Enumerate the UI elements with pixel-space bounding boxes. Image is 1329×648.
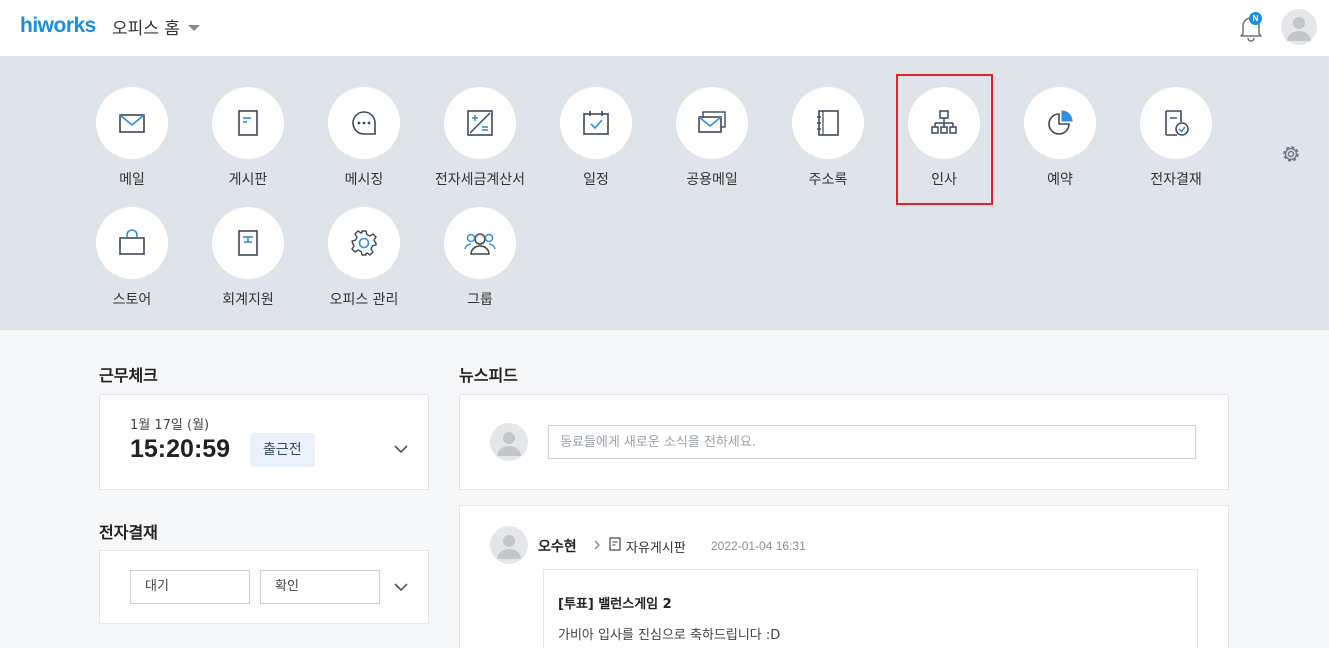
app-label: 메시징	[344, 172, 384, 188]
address-book-icon	[817, 110, 839, 136]
app-mail-circle	[96, 87, 168, 159]
shopping-bag-icon	[119, 229, 145, 255]
app-label: 회계지원	[222, 292, 274, 308]
app-label: 스토어	[112, 292, 152, 308]
app-tax-invoice-circle	[444, 87, 516, 159]
app-label: 메일	[119, 172, 145, 188]
app-accounting[interactable]: 회계지원	[190, 207, 306, 317]
office-home-label: 오피스 홈	[112, 19, 180, 39]
notification-badge: N	[1249, 12, 1262, 25]
attendance-status-badge[interactable]: 출근전	[250, 433, 315, 467]
approval-document-icon	[1165, 110, 1189, 136]
ledger-icon	[238, 230, 258, 256]
avatar[interactable]	[490, 526, 528, 564]
app-office-admin-circle	[328, 207, 400, 279]
app-board-circle	[212, 87, 284, 159]
app-messaging[interactable]: 메시징	[306, 87, 422, 197]
gear-icon	[351, 230, 377, 256]
app-label: 그룹	[467, 292, 493, 308]
calendar-icon	[583, 111, 609, 135]
approval-card: 대기 확인	[99, 550, 429, 624]
app-reservation[interactable]: 예약	[1002, 87, 1118, 197]
chevron-right-icon	[594, 540, 600, 550]
app-label: 오피스 관리	[329, 292, 399, 308]
post-author[interactable]: 오수현	[538, 536, 577, 556]
app-label: 인사	[931, 172, 957, 188]
tax-invoice-icon	[467, 110, 493, 136]
gear-icon	[1283, 146, 1299, 162]
app-board[interactable]: 게시판	[190, 87, 306, 197]
post-text: 가비아 입사를 진심으로 축하드립니다 :D	[558, 628, 781, 643]
app-mail[interactable]: 메일	[74, 87, 190, 197]
user-silhouette-icon	[497, 535, 521, 559]
app-group[interactable]: 그룹	[422, 207, 538, 317]
app-label: 주소록	[808, 172, 848, 188]
top-header: hiworks 오피스 홈 N	[0, 0, 1329, 57]
newsfeed-compose-card	[459, 394, 1229, 490]
caret-down-icon	[187, 24, 200, 31]
settings-button[interactable]	[1279, 142, 1303, 166]
approval-title: 전자결재	[99, 523, 158, 542]
app-shared-mail[interactable]: 공용메일	[654, 87, 770, 197]
app-e-approval[interactable]: 전자결재	[1118, 87, 1234, 197]
board-icon	[238, 110, 258, 136]
app-label: 전자결재	[1150, 172, 1202, 188]
attendance-time: 15:20:59	[130, 435, 231, 463]
app-hr-circle	[908, 87, 980, 159]
avatar	[490, 423, 528, 461]
user-silhouette-icon	[497, 432, 521, 456]
approval-confirm-button[interactable]: 확인	[260, 570, 380, 604]
group-users-icon	[464, 233, 496, 255]
post-content[interactable]: [투표] 밸런스게임 2 가비아 입사를 진심으로 축하드립니다 :D	[543, 569, 1198, 648]
pie-chart-icon	[1048, 110, 1073, 135]
newsfeed-post-card: 오수현 자유게시판 2022-01-04 16:31 [투표] 밸런스게임 2 …	[459, 505, 1229, 648]
attendance-expand-button[interactable]	[391, 439, 411, 459]
app-label: 게시판	[228, 172, 268, 188]
org-chart-icon	[931, 110, 957, 134]
app-e-approval-circle	[1140, 87, 1212, 159]
post-timestamp: 2022-01-04 16:31	[711, 539, 806, 553]
app-calendar-circle	[560, 87, 632, 159]
post-title: [투표] 밸런스게임 2	[558, 597, 672, 612]
shared-mail-icon	[698, 111, 726, 133]
chat-bubble-icon	[352, 111, 376, 135]
app-group-circle	[444, 207, 516, 279]
board-icon	[609, 537, 621, 551]
user-silhouette-icon	[1287, 17, 1311, 41]
app-address-book[interactable]: 주소록	[770, 87, 886, 197]
chevron-down-icon	[394, 583, 408, 592]
approval-expand-button[interactable]	[391, 577, 411, 597]
hiworks-logo[interactable]: hiworks	[20, 14, 96, 38]
app-address-book-circle	[792, 87, 864, 159]
notification-button[interactable]: N	[1237, 12, 1265, 42]
app-label: 전자세금계산서	[434, 172, 526, 188]
app-shared-mail-circle	[676, 87, 748, 159]
app-office-admin[interactable]: 오피스 관리	[306, 207, 422, 317]
app-launcher-panel: 메일 게시판 메시징 전자세금계산서 일정 공용메일 주소록 인사 예약 전자결…	[0, 57, 1329, 330]
chevron-down-icon	[394, 445, 408, 454]
attendance-date: 1월 17일 (월)	[130, 418, 210, 433]
app-accounting-circle	[212, 207, 284, 279]
app-label: 예약	[1047, 172, 1073, 188]
newsfeed-title: 뉴스피드	[459, 366, 518, 385]
app-store-circle	[96, 207, 168, 279]
post-board-link[interactable]: 자유게시판	[626, 537, 686, 556]
app-label: 공용메일	[686, 172, 738, 188]
app-calendar[interactable]: 일정	[538, 87, 654, 197]
mail-icon	[119, 114, 145, 133]
app-reservation-circle	[1024, 87, 1096, 159]
office-home-dropdown[interactable]: 오피스 홈	[112, 14, 200, 39]
app-tax-invoice[interactable]: 전자세금계산서	[422, 87, 538, 197]
attendance-title: 근무체크	[99, 366, 158, 385]
app-hr[interactable]: 인사	[886, 87, 1002, 197]
app-messaging-circle	[328, 87, 400, 159]
user-avatar[interactable]	[1281, 9, 1317, 45]
app-label: 일정	[583, 172, 609, 188]
newsfeed-post-input[interactable]	[548, 425, 1196, 459]
app-store[interactable]: 스토어	[74, 207, 190, 317]
attendance-card: 1월 17일 (월) 15:20:59 출근전	[99, 394, 429, 490]
approval-waiting-button[interactable]: 대기	[130, 570, 250, 604]
